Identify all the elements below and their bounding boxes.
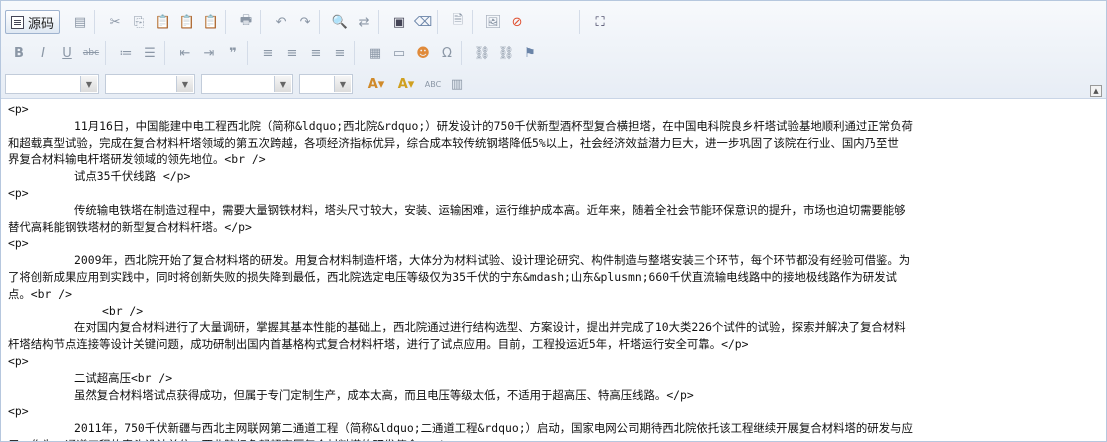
indent-icon[interactable]: ⇥ xyxy=(198,42,220,64)
text-color-icon[interactable]: A▾ xyxy=(362,73,390,95)
chevron-down-icon: ▼ xyxy=(274,76,291,92)
select-all-icon[interactable]: ▣ xyxy=(388,11,410,33)
format-combo[interactable]: ▼ xyxy=(5,74,99,94)
table-icon[interactable]: ▦ xyxy=(364,42,386,64)
collapse-toolbar-button[interactable]: ▲ xyxy=(1090,85,1102,97)
preview-icon[interactable]: 🗎 xyxy=(447,11,469,33)
blank-slot xyxy=(530,11,552,33)
style-combo[interactable]: ▼ xyxy=(299,74,353,94)
source-label: 源码 xyxy=(28,16,55,32)
outdent-icon[interactable]: ⇤ xyxy=(174,42,196,64)
source-line: 试点35千伏线路 </p> xyxy=(74,169,191,184)
source-line: 虽然复合材料塔试点获得成功，但属于专门定制生产，成本太高，而且电压等级太低，不适… xyxy=(74,387,694,402)
source-line: 传统输电铁塔在制造过程中，需要大量钢铁材料，塔头尺寸较大，安装、运输困难，运行维… xyxy=(74,202,906,217)
align-justify-icon[interactable]: ≡ xyxy=(329,42,351,64)
italic-icon[interactable]: I xyxy=(32,42,54,64)
link-icon[interactable]: ⛓ xyxy=(471,42,493,64)
strike-icon[interactable]: abc xyxy=(80,42,102,64)
source-line: 二试超高压<br /> xyxy=(74,370,173,385)
image-icon[interactable]: 🖼 xyxy=(482,11,504,33)
unlink-icon[interactable]: ⛓ xyxy=(495,42,517,64)
source-line: <br /> xyxy=(102,303,144,318)
source-line: 2009年，西北院开始了复合材料塔的研发。用复合材料制造杆塔，大体分为材料试验、… xyxy=(74,253,911,268)
source-line: 杆塔结构节点连接等设计关键问题，成功研制出国内首基格构式复合材料杆塔，进行了试点… xyxy=(8,337,749,352)
size-combo[interactable]: ▼ xyxy=(201,74,293,94)
source-line: <p> xyxy=(8,404,29,419)
source-line: 点。<br /> xyxy=(8,286,72,301)
bold-icon[interactable]: B xyxy=(8,42,30,64)
source-line: <p> xyxy=(8,186,29,200)
toolbar-row-3: ▼ ▼ ▼ ▼ A▾ A▾ ABC ▥ xyxy=(5,71,477,97)
show-blocks-icon[interactable]: ▥ xyxy=(446,73,468,95)
flash-icon[interactable]: ⊘ xyxy=(506,11,528,33)
chevron-down-icon: ▼ xyxy=(80,76,97,92)
align-left-icon[interactable]: ≡ xyxy=(257,42,279,64)
source-line: 界复合材料输电杆塔研发领域的领先地位。<br /> xyxy=(8,152,266,167)
maximize-icon[interactable]: ⛶ xyxy=(589,11,611,33)
undo-icon[interactable]: ↶ xyxy=(270,11,292,33)
anchor-icon[interactable]: ⚑ xyxy=(519,42,541,64)
toolbar-row-1: 源码 ▤ ✂ ⎘ 📋 📋 📋 🖶 ↶ ↷ 🔍 ⇄ ▣ ⌫ 🗎 🖼 ⊘ ⛶ xyxy=(5,9,620,35)
editor-toolbar: 源码 ▤ ✂ ⎘ 📋 📋 📋 🖶 ↶ ↷ 🔍 ⇄ ▣ ⌫ 🗎 🖼 ⊘ ⛶ B I… xyxy=(1,1,1106,99)
cut-icon[interactable]: ✂ xyxy=(104,11,126,33)
source-code-area[interactable]: <p> 11月16日，中国能建中电工程西北院（简称&ldquo;西北院&rdquo… xyxy=(1,99,1106,441)
print-icon[interactable]: 🖶 xyxy=(235,11,257,33)
source-line: 替代高耗能钢铁塔材的新型复合材料杆塔。</p> xyxy=(8,219,252,234)
blockquote-icon[interactable]: ❞ xyxy=(222,42,244,64)
remove-format-icon[interactable]: ⌫ xyxy=(412,11,434,33)
chevron-down-icon: ▼ xyxy=(176,76,193,92)
smiley-icon[interactable]: ☻ xyxy=(412,42,434,64)
source-line: <p> xyxy=(8,236,29,251)
ordered-list-icon[interactable]: ≔ xyxy=(115,42,137,64)
font-combo[interactable]: ▼ xyxy=(105,74,195,94)
replace-icon[interactable]: ⇄ xyxy=(353,11,375,33)
paste-icon[interactable]: 📋 xyxy=(152,11,174,33)
paste-text-icon[interactable]: 📋 xyxy=(176,11,198,33)
spellcheck-icon[interactable]: ABC xyxy=(422,73,444,95)
source-line: <p> xyxy=(8,354,29,368)
source-line: 和超载真型试验，完成在复合材料杆塔领域的第五次跨越，各项经济指标优异，综合成本较… xyxy=(8,135,899,150)
align-center-icon[interactable]: ≡ xyxy=(281,42,303,64)
underline-icon[interactable]: U xyxy=(56,42,78,64)
source-line: <p> xyxy=(8,102,29,116)
bg-color-icon[interactable]: A▾ xyxy=(392,73,420,95)
horizontal-rule-icon[interactable]: ▭ xyxy=(388,42,410,64)
paste-word-icon[interactable]: 📋 xyxy=(200,11,222,33)
chevron-down-icon: ▼ xyxy=(334,76,351,92)
source-button[interactable]: 源码 xyxy=(5,10,61,34)
copy-icon[interactable]: ⎘ xyxy=(128,11,150,33)
source-icon xyxy=(11,15,24,29)
source-line: 2011年，750千伏新疆与西北主网联网第二通道工程（简称&ldquo;二通道工… xyxy=(74,421,913,436)
source-line: 在对国内复合材料进行了大量调研，掌握其基本性能的基础上，西北院通过进行结构选型、… xyxy=(74,320,906,335)
source-line: 了将创新成果应用到实践中，同时将创新失败的损失降到最低，西北院选定电压等级仅为3… xyxy=(8,270,897,284)
source-line: 11月16日，中国能建中电工程西北院（简称&ldquo;西北院&rdquo;）研… xyxy=(74,118,913,133)
unordered-list-icon[interactable]: ☰ xyxy=(139,42,161,64)
redo-icon[interactable]: ↷ xyxy=(294,11,316,33)
new-page-icon[interactable]: ▤ xyxy=(69,11,91,33)
find-icon[interactable]: 🔍 xyxy=(329,11,351,33)
blank-slot xyxy=(554,11,576,33)
source-line: 用。作为二通道工程的牵头设计单位，西北院担负起超高压复合材料塔的研发使命。</p… xyxy=(8,437,457,441)
special-char-icon[interactable]: Ω xyxy=(436,42,458,64)
align-right-icon[interactable]: ≡ xyxy=(305,42,327,64)
rich-text-editor: 源码 ▤ ✂ ⎘ 📋 📋 📋 🖶 ↶ ↷ 🔍 ⇄ ▣ ⌫ 🗎 🖼 ⊘ ⛶ B I… xyxy=(0,0,1107,442)
toolbar-row-2: B I U abc ≔ ☰ ⇤ ⇥ ❞ ≡ ≡ ≡ ≡ ▦ ▭ ☻ Ω ⛓ ⛓ … xyxy=(5,40,550,66)
